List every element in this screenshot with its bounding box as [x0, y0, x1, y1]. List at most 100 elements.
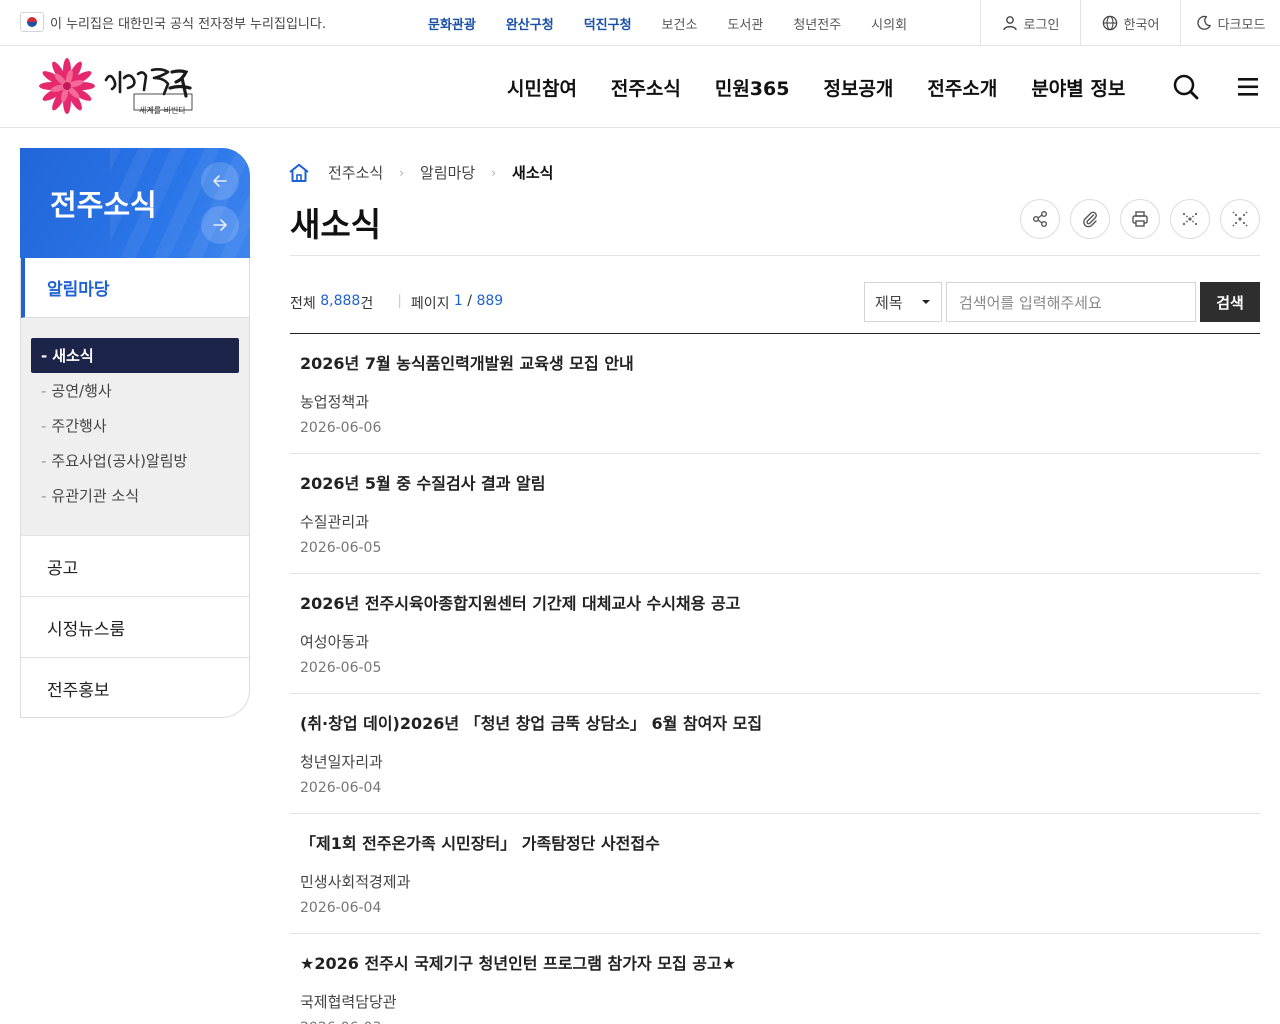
sidebar-subitem-label: 새소식: [52, 347, 94, 365]
home-icon[interactable]: [288, 163, 310, 183]
page-total: 889: [476, 293, 504, 309]
site-logo[interactable]: 세계를 비빈다: [32, 58, 202, 115]
sidebar-subitem-label: 주요사업(공사)알림방: [51, 452, 188, 470]
darkmode-button[interactable]: 다크모드: [1180, 0, 1280, 46]
search-icon[interactable]: [1172, 73, 1200, 101]
expand-icon: [1182, 212, 1198, 226]
post-title-link[interactable]: ★2026 전주시 국제기구 청년인턴 프로그램 참가자 모집 공고★: [300, 950, 1250, 974]
search-button[interactable]: 검색: [1200, 282, 1260, 322]
page-tools: [1010, 199, 1260, 239]
hamburger-menu-icon[interactable]: [1236, 76, 1260, 98]
divider: [290, 255, 1260, 256]
related-site-link[interactable]: 완산구청: [506, 14, 554, 33]
search-field-value: 제목: [875, 293, 903, 312]
post-department: 여성아동과: [300, 633, 370, 651]
page-separator: /: [467, 293, 473, 309]
breadcrumb: 전주소식 › 알림마당 › 새소식: [288, 162, 553, 183]
search-input[interactable]: 검색어를 입력해주세요: [946, 282, 1196, 322]
post-date: 2026-06-05: [300, 660, 382, 676]
sidebar-submenu: - 새소식 - 공연/행사 - 주간행사 - 주요사업(공사)알림방 - 유관기관 소식: [21, 318, 249, 535]
main-navigation: 시민참여 전주소식 민원365 정보공개 전주소개 분야별 정보: [507, 46, 1159, 128]
sidebar-item[interactable]: 전주홍보: [21, 657, 249, 717]
language-label: 한국어: [1123, 17, 1160, 33]
post-date: 2026-06-04: [300, 780, 382, 796]
utility-buttons: 로그인 한국어 다크모드: [980, 0, 1280, 46]
list-item: (취·창업 데이)2026년 「청년 창업 금뚝 상담소」 6월 참여자 모집청…: [290, 694, 1260, 814]
breadcrumb-separator-icon: ›: [399, 165, 405, 180]
nav-item[interactable]: 전주소식: [611, 74, 681, 101]
dash-icon: -: [41, 486, 47, 505]
sidebar-item-notice-board[interactable]: 알림마당: [21, 258, 249, 318]
sidebar-menu: 알림마당 - 새소식 - 공연/행사 - 주간행사 - 주요사업(공사)알림방 - 유관기관 소식…: [20, 258, 250, 718]
nav-item[interactable]: 정보공개: [823, 74, 893, 101]
sidebar-item[interactable]: 공고: [21, 535, 249, 596]
login-label: 로그인: [1023, 17, 1060, 33]
share-button[interactable]: [1020, 199, 1060, 239]
related-site-link[interactable]: 시의회: [871, 14, 907, 33]
related-site-link[interactable]: 도서관: [727, 14, 763, 33]
post-title-link[interactable]: 2026년 전주시육아종합지원센터 기간제 대체교사 수시채용 공고: [300, 590, 1250, 614]
globe-icon: [1102, 15, 1117, 31]
sidebar-header: 전주소식: [20, 148, 250, 258]
share-icon: [1033, 211, 1047, 227]
post-title-link[interactable]: 「제1회 전주온가족 시민장터」 가족탐정단 사전접수: [300, 830, 1250, 854]
language-button[interactable]: 한국어: [1080, 0, 1180, 46]
related-site-link[interactable]: 청년전주: [793, 14, 841, 33]
post-department: 농업정책과: [300, 393, 370, 411]
print-button[interactable]: [1120, 199, 1160, 239]
sidebar-subitem[interactable]: - 유관기관 소식: [31, 478, 239, 513]
sidebar-subitem[interactable]: - 주간행사: [31, 408, 239, 443]
related-site-link[interactable]: 보건소: [662, 14, 698, 33]
nav-item[interactable]: 시민참여: [507, 74, 577, 101]
post-title-link[interactable]: 2026년 5월 중 수질검사 결과 알림: [300, 470, 1250, 494]
user-icon: [1002, 16, 1017, 31]
login-button[interactable]: 로그인: [980, 0, 1080, 46]
sidebar-subitem[interactable]: - 새소식: [31, 338, 239, 373]
korea-flag-icon: [20, 12, 44, 32]
related-site-link[interactable]: 덕진구청: [584, 14, 632, 33]
nav-item[interactable]: 전주소개: [927, 74, 997, 101]
sidebar-subitem[interactable]: - 주요사업(공사)알림방: [31, 443, 239, 478]
previous-section-button[interactable]: [201, 162, 239, 200]
sidebar-item[interactable]: 시정뉴스룸: [21, 596, 249, 657]
list-item: 2026년 7월 농식품인력개발원 교육생 모집 안내 농업정책과 2026-06-…: [290, 334, 1260, 454]
nav-item[interactable]: 분야별 정보: [1031, 74, 1125, 101]
site-header: 세계를 비빈다 시민참여 전주소식 민원365 정보공개 전주소개 분야별 정보: [0, 46, 1280, 128]
post-title-link[interactable]: (취·창업 데이)2026년 「청년 창업 금뚝 상담소」 6월 참여자 모집: [300, 710, 1250, 734]
darkmode-label: 다크모드: [1217, 17, 1266, 33]
count-divider: |: [397, 293, 402, 309]
gov-notice: 이 누리집은 대한민국 공식 전자정부 누리집입니다.: [20, 12, 326, 32]
gov-notice-text: 이 누리집은 대한민국 공식 전자정부 누리집입니다.: [50, 16, 326, 32]
caret-down-icon: [922, 300, 930, 304]
dash-icon: -: [41, 416, 47, 435]
utility-bar: 이 누리집은 대한민국 공식 전자정부 누리집입니다. 문화관광 완산구청 덕진구청…: [0, 0, 1280, 46]
post-date: 2026-06-03: [300, 1020, 1250, 1024]
post-department: 청년일자리과: [300, 753, 383, 771]
zoom-in-button[interactable]: [1170, 199, 1210, 239]
shrink-icon: [1232, 211, 1248, 227]
breadcrumb-item-news[interactable]: 전주소식: [328, 162, 383, 183]
logo-slogan: 세계를 비빈다: [139, 106, 186, 115]
total-label: 전체: [290, 296, 316, 312]
search-field-select[interactable]: 제목: [864, 282, 942, 322]
page-title: 새소식: [290, 205, 382, 244]
sidebar-subitem-label: 유관기관 소식: [51, 487, 139, 505]
post-title-link[interactable]: 2026년 7월 농식품인력개발원 교육생 모집 안내: [300, 350, 1250, 374]
post-department: 수질관리과: [300, 513, 370, 531]
related-site-link[interactable]: 문화관광: [428, 14, 476, 33]
post-department: 국제협력담당관: [300, 993, 397, 1011]
post-department: 민생사회적경제과: [300, 873, 411, 891]
dash-icon: -: [41, 346, 48, 365]
dash-icon: -: [41, 381, 47, 400]
sidebar-subitem-label: 공연/행사: [51, 382, 112, 400]
list-item: 「제1회 전주온가족 시민장터」 가족탐정단 사전접수 민생사회적경제과 2026-…: [290, 814, 1260, 934]
nav-item[interactable]: 민원365: [715, 74, 790, 101]
total-count: 8,888: [320, 293, 361, 309]
next-section-button[interactable]: [201, 206, 239, 244]
related-site-links: 문화관광 완산구청 덕진구청 보건소 도서관 청년전주 시의회: [428, 0, 937, 46]
breadcrumb-item-notice[interactable]: 알림마당: [420, 162, 475, 183]
attachment-button[interactable]: [1070, 199, 1110, 239]
sidebar-subitem[interactable]: - 공연/행사: [31, 373, 239, 408]
zoom-out-button[interactable]: [1220, 199, 1260, 239]
page-current: 1: [453, 293, 463, 309]
